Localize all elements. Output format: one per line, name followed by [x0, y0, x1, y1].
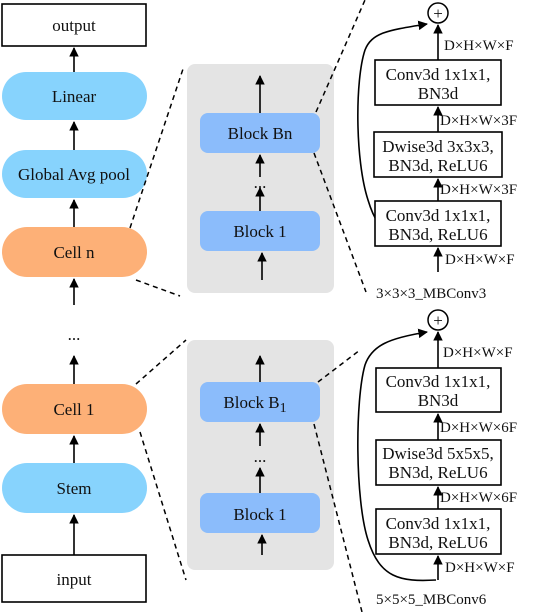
cells-ellipsis: ... [68, 325, 81, 344]
top-dim-out: D×H×W×F [444, 38, 514, 54]
top-dim-mid2: D×H×W×3F [440, 182, 517, 198]
linear-label: Linear [52, 87, 97, 106]
bottom-dim-out: D×H×W×F [443, 345, 513, 361]
bottom-cell-panel: Block B1 ... Block 1 [187, 340, 334, 570]
top-add-symbol: + [433, 4, 443, 23]
top-conv-in-line1: Conv3d 1x1x1, [386, 206, 491, 225]
bottom-blocks-ellipsis: ... [254, 447, 267, 466]
bottom-conv-out-line2: BN3d [418, 391, 459, 410]
top-conv-out-line1: Conv3d 1x1x1, [386, 65, 491, 84]
top-conv-in-line2: BN3d, ReLU6 [388, 225, 487, 244]
zoom-line-cell1-top [135, 339, 187, 385]
top-block-1-label: Block 1 [233, 222, 286, 241]
global-avg-pool-label: Global Avg pool [18, 165, 130, 184]
bottom-conv-in-line2: BN3d, ReLU6 [388, 533, 487, 552]
top-mbconv-caption: 3×3×3_MBConv3 [376, 286, 486, 302]
top-dim-in: D×H×W×F [445, 252, 515, 268]
output-label: output [52, 16, 96, 35]
bottom-mbconv-caption: 5×5×5_MBConv6 [376, 592, 487, 608]
block-b1-main: Block B [223, 393, 279, 412]
zoom-line-celln-bottom [135, 279, 181, 297]
architecture-diagram: output Linear Global Avg pool Cell n ...… [1, 0, 517, 612]
bottom-dim-in: D×H×W×F [445, 560, 515, 576]
bottom-dim-mid2: D×H×W×6F [440, 490, 517, 506]
cell-n-label: Cell n [53, 243, 95, 262]
top-mbconv-detail: + D×H×W×F Conv3d 1x1x1, BN3d D×H×W×3F Dw… [357, 2, 517, 302]
bottom-dwise-line2: BN3d, ReLU6 [388, 463, 487, 482]
bottom-conv-out-line1: Conv3d 1x1x1, [386, 372, 491, 391]
block-bn-label: Block Bn [228, 124, 293, 143]
left-column: output Linear Global Avg pool Cell n ...… [1, 3, 147, 603]
bottom-conv-in-line1: Conv3d 1x1x1, [386, 514, 491, 533]
block-b1-subscript: 1 [280, 401, 287, 416]
top-dim-mid1: D×H×W×3F [440, 113, 517, 129]
stem-label: Stem [57, 479, 92, 498]
cell-1-label: Cell 1 [53, 400, 94, 419]
top-cell-panel: Block Bn ... Block 1 [187, 64, 334, 293]
top-dwise-line2: BN3d, ReLU6 [388, 156, 487, 175]
bottom-add-symbol: + [433, 311, 443, 330]
input-label: input [57, 570, 92, 589]
bottom-block-1-label: Block 1 [233, 505, 286, 524]
bottom-mbconv-detail: + D×H×W×F Conv3d 1x1x1, BN3d D×H×W×6F Dw… [357, 309, 517, 608]
zoom-line-cell1-bottom [139, 431, 187, 581]
bottom-dwise-line1: Dwise3d 5x5x5, [382, 444, 493, 463]
top-dwise-line1: Dwise3d 3x3x3, [382, 137, 493, 156]
top-conv-out-line2: BN3d [418, 84, 459, 103]
bottom-dim-mid1: D×H×W×6F [440, 420, 517, 436]
